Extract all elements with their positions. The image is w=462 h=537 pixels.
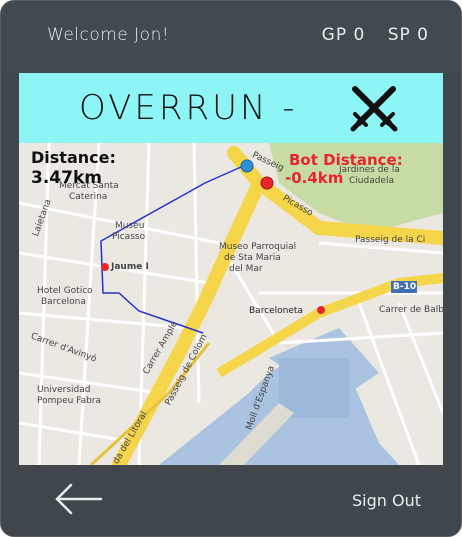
map-label: Pompeu Fabra [37,396,101,406]
map-label: Museo Parroquial [219,242,297,252]
map-label: Jaume I [111,262,149,272]
map-label: Universidad [37,385,91,395]
crossed-swords-icon [350,86,398,132]
route-map[interactable]: Mercat Santa Caterina Museu Picasso Muse… [19,143,443,465]
map-label: Carrer de Balboa [379,305,443,315]
bot-distance-label: Bot Distance: [289,151,403,169]
bot-distance-value: -0.4km [285,169,344,187]
gp-counter: GP 0 [321,25,366,45]
game-title: OVERRUN - [79,88,298,128]
sign-out-button[interactable]: Sign Out [352,491,421,510]
points-display: GP 0 SP 0 [306,25,429,45]
bottom-bar: Sign Out [1,465,461,536]
map-label: Museu [115,221,145,231]
sp-counter: SP 0 [387,25,429,45]
map-label: Barceloneta [249,306,303,316]
top-bar: Welcome Jon! GP 0 SP 0 [1,1,461,73]
distance-label: Distance: [31,148,116,167]
map-label: Ciudadela [349,176,394,186]
map-label: de Sta Maria [224,253,281,263]
map-label: Caterina [69,192,108,202]
map-label: Passeig de la Ci [355,235,426,245]
welcome-text: Welcome Jon! [47,25,170,45]
game-banner: OVERRUN - [19,73,443,143]
distance-value: 3.47km [31,168,102,188]
app-frame: Welcome Jon! GP 0 SP 0 OVERRUN - Mercat … [0,0,462,537]
map-label: B-10 [393,282,417,292]
map-label: Picasso [112,232,146,242]
map-label: Barcelona [41,297,86,307]
back-arrow-icon[interactable] [53,482,105,516]
map-label: del Mar [229,264,263,274]
map-label: Hotel Gotico [37,286,93,296]
